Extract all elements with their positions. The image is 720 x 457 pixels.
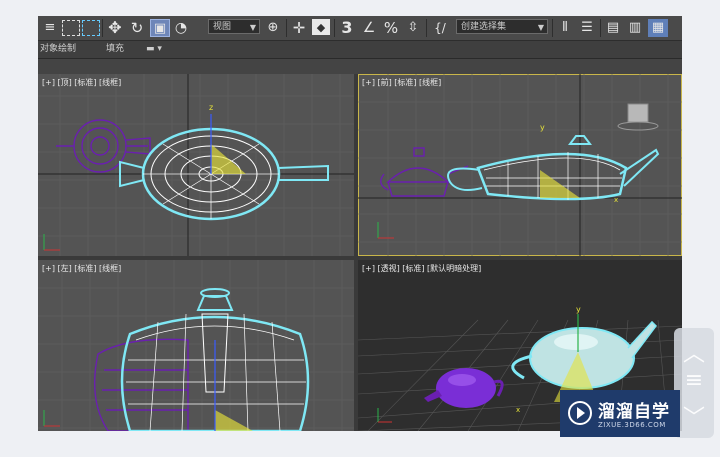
ribbon-icon[interactable]: ▦: [648, 19, 668, 37]
spinner-snap-icon[interactable]: ⇳: [404, 19, 422, 37]
teapot-purple-perspective: [424, 368, 504, 408]
select-region-icon[interactable]: [62, 20, 80, 36]
selection-set-value: 创建选择集: [461, 22, 507, 32]
undo-icon[interactable]: ≡: [42, 19, 58, 37]
scale-icon[interactable]: ▣: [150, 19, 170, 37]
separator: [102, 19, 103, 37]
watermark-title: 溜溜自学: [598, 402, 670, 422]
separator: [552, 19, 553, 37]
named-selection-icon[interactable]: {/: [430, 19, 450, 37]
axis-z-label: z: [209, 103, 213, 112]
separator: [600, 19, 601, 37]
teapot-purple-front: [380, 147, 469, 197]
chevron-down-icon: ▼: [249, 23, 256, 32]
axis-y-label: y: [576, 305, 581, 314]
percent-snap-icon[interactable]: %: [382, 19, 400, 37]
placement-icon[interactable]: ◔: [172, 19, 190, 37]
separator: [286, 19, 287, 37]
page-scroll-control[interactable]: ︿ ≡ ﹀: [674, 328, 714, 438]
move-icon[interactable]: ✥: [106, 19, 124, 37]
mirror-icon[interactable]: ⫴: [556, 19, 574, 37]
rotate-icon[interactable]: ↻: [128, 19, 146, 37]
play-logo-icon: [568, 401, 592, 425]
axis-y-label: y: [540, 123, 545, 132]
watermark-logo: 溜溜自学 ZIXUE.3D66.COM: [560, 390, 680, 437]
object-paint-tab[interactable]: 对象绘制: [40, 41, 76, 58]
max-app-window: ≡ ✥ ↻ ▣ ◔ 视图 ▼ ⊕ ✛ ◆ 3 ∠ % ⇳ {/ 创建选择集 ▼ …: [38, 16, 682, 431]
main-toolbar: ≡ ✥ ↻ ▣ ◔ 视图 ▼ ⊕ ✛ ◆ 3 ∠ % ⇳ {/ 创建选择集 ▼ …: [38, 16, 682, 41]
scene-explorer-icon[interactable]: ▤: [604, 19, 622, 37]
reference-coordinate-value: 视图: [213, 22, 232, 32]
ribbon-subbar: 对象绘制 填充 ▬ ▾: [38, 41, 682, 59]
viewcube-icon[interactable]: [617, 103, 659, 131]
teapot-purple-top: [56, 119, 151, 173]
keyboard-shortcut-icon[interactable]: ◆: [312, 19, 330, 35]
viewport-top-label[interactable]: [+] [顶] [标准] [线框]: [42, 77, 121, 88]
viewport-top-canvas: z: [38, 74, 354, 256]
viewport-left-canvas: [38, 260, 354, 431]
separator: [426, 19, 427, 37]
camera-dropdown-icon[interactable]: ▬ ▾: [146, 41, 162, 58]
separator: [334, 19, 335, 37]
selection-set-dropdown[interactable]: 创建选择集 ▼: [456, 19, 548, 34]
viewport-left[interactable]: [+] [左] [标准] [线框]: [38, 260, 354, 431]
viewport-front-label[interactable]: [+] [前] [标准] [线框]: [362, 77, 441, 88]
chevron-down-icon: ▼: [537, 23, 544, 32]
pivot-icon[interactable]: ⊕: [264, 19, 282, 37]
reference-coordinate-dropdown[interactable]: 视图 ▼: [208, 19, 260, 34]
viewport-top[interactable]: [+] [顶] [标准] [线框] z: [38, 74, 354, 256]
angle-snap-icon[interactable]: ∠: [360, 19, 378, 37]
window-crossing-icon[interactable]: [82, 20, 100, 36]
viewport-perspective-label[interactable]: [+] [透视] [标准] [默认明暗处理]: [362, 263, 481, 274]
axis-x-label: x: [614, 196, 618, 204]
viewport-front-canvas: y x: [358, 74, 682, 256]
viewport-left-label[interactable]: [+] [左] [标准] [线框]: [42, 263, 121, 274]
gizmo-plane: [540, 170, 580, 198]
chevron-down-icon[interactable]: ﹀: [674, 400, 714, 432]
snap-3-icon[interactable]: 3: [338, 19, 356, 37]
chevron-up-icon[interactable]: ︿: [674, 336, 714, 368]
axis-x-label: x: [516, 406, 520, 414]
viewport-divider-vertical[interactable]: [354, 74, 358, 431]
menu-icon[interactable]: ≡: [674, 368, 714, 393]
watermark-subtitle: ZIXUE.3D66.COM: [598, 421, 666, 429]
viewport-front[interactable]: [+] [前] [标准] [线框] y x: [358, 74, 682, 256]
viewport-divider-horizontal[interactable]: [38, 256, 682, 260]
select-manipulate-icon[interactable]: ✛: [290, 19, 308, 37]
align-icon[interactable]: ☰: [578, 19, 596, 37]
fill-tab[interactable]: 填充: [106, 41, 124, 58]
layer-explorer-icon[interactable]: ▥: [626, 19, 644, 37]
